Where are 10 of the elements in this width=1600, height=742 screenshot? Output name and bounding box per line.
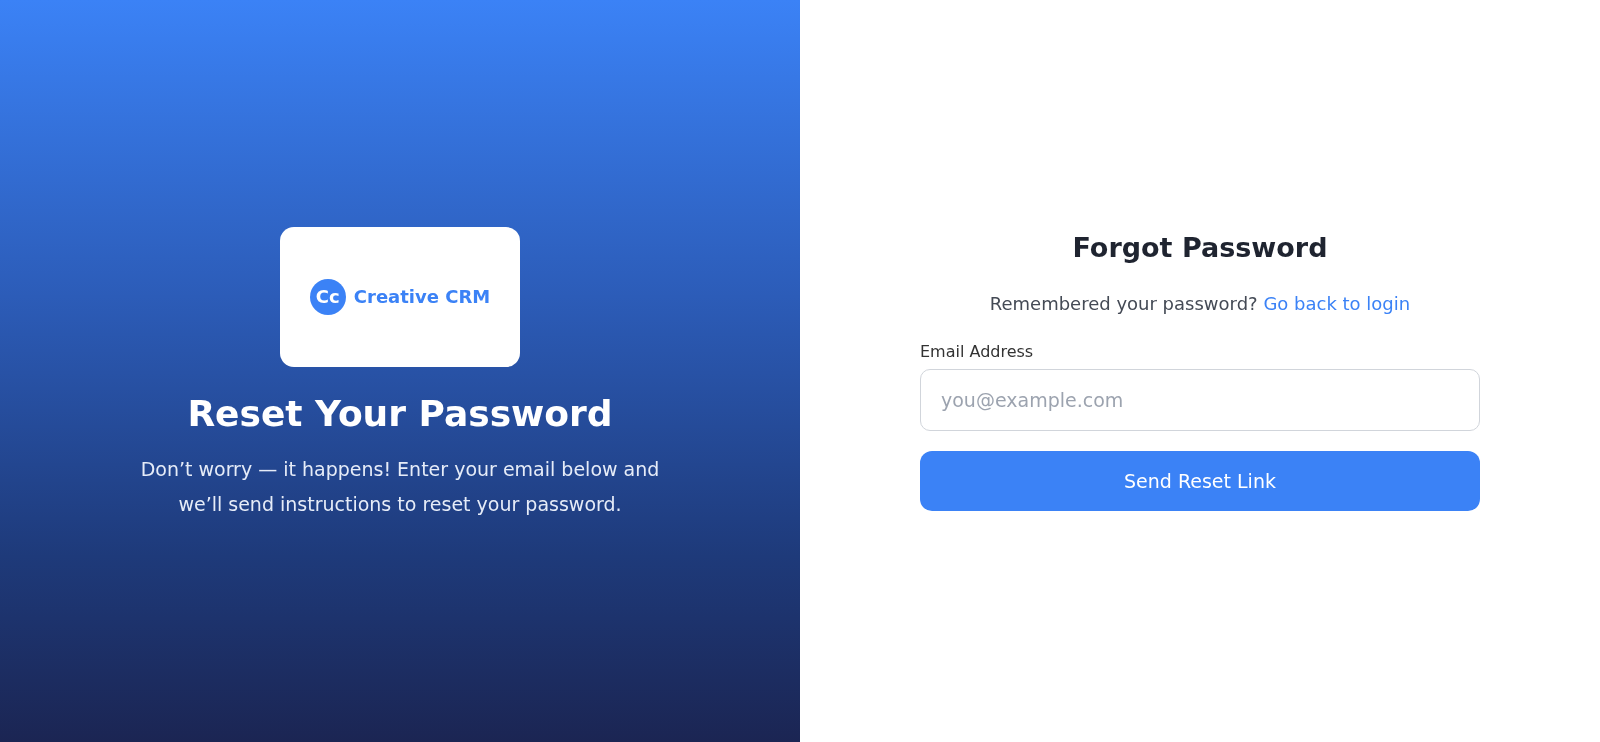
send-reset-button[interactable]: Send Reset Link: [920, 450, 1480, 511]
email-field[interactable]: you@example.com: [920, 368, 1480, 431]
hero-title: Reset Your Password: [187, 392, 613, 434]
form-title: Forgot Password: [1071, 231, 1329, 263]
logo-mark: Cc: [309, 278, 346, 315]
login-link[interactable]: Go back to login: [1263, 292, 1411, 314]
hero-description: Don’t worry — it happens! Enter your email below and we’ll send instructions to reset your password.: [139, 456, 661, 517]
email-label: Email Address: [920, 341, 1034, 361]
login-prompt: Remembered your password? Go back to login: [988, 292, 1412, 314]
logo-text: Creative CRM: [353, 286, 491, 307]
